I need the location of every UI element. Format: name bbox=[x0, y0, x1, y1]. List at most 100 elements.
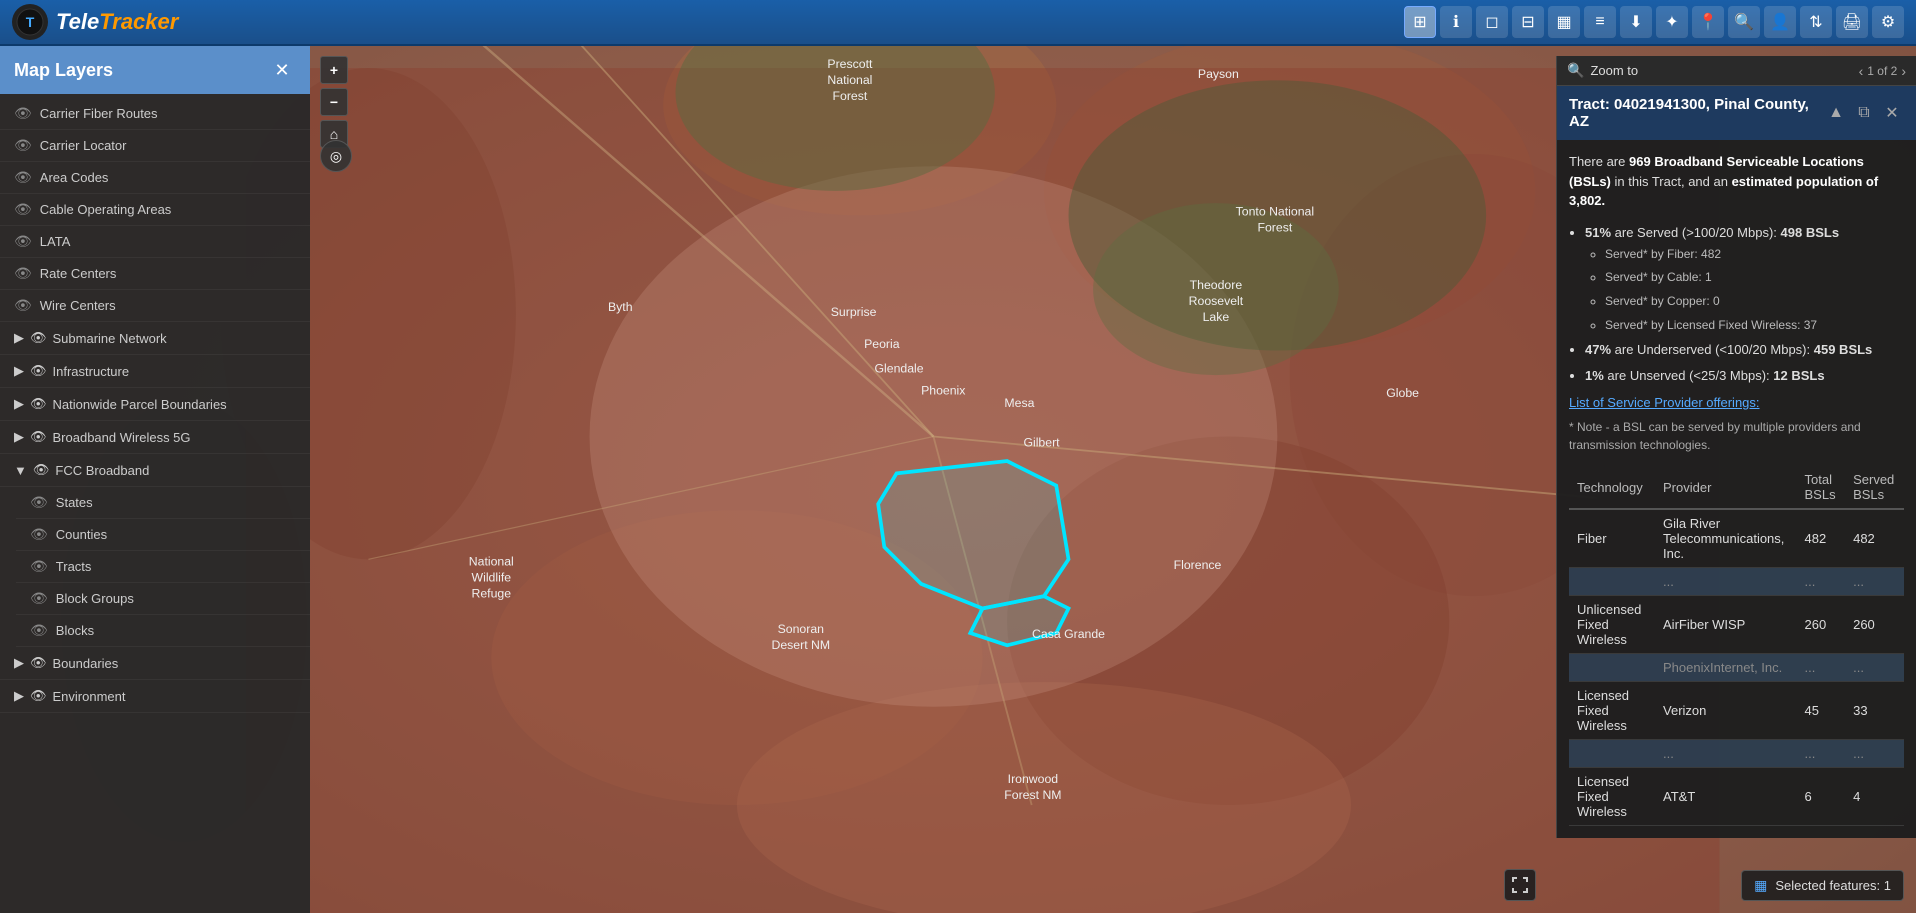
layer-group-infrastructure[interactable]: ▶ 👁 Infrastructure bbox=[0, 355, 310, 388]
cell-total: 45 bbox=[1797, 682, 1846, 740]
layer-group-broadband-wireless[interactable]: ▶ 👁 Broadband Wireless 5G bbox=[0, 421, 310, 454]
layer-name: Block Groups bbox=[56, 591, 296, 606]
info-panel-title: Tract: 04021941300, Pinal County, AZ bbox=[1569, 96, 1824, 130]
cell-served: ... bbox=[1845, 654, 1904, 682]
layer-item-lata[interactable]: 👁 LATA bbox=[0, 226, 310, 258]
expand-arrow-icon: ▶ bbox=[14, 655, 24, 671]
layer-group-boundaries[interactable]: ▶ 👁 Boundaries bbox=[0, 647, 310, 680]
layer-name: Cable Operating Areas bbox=[40, 202, 296, 217]
eye-icon: 👁 bbox=[14, 233, 32, 250]
svg-text:Byth: Byth bbox=[608, 300, 633, 314]
sidebar-close-button[interactable]: ✕ bbox=[268, 56, 296, 84]
svg-text:National: National bbox=[469, 554, 514, 568]
zoom-to-label: Zoom to bbox=[1590, 63, 1852, 78]
compass-button[interactable]: ◎ bbox=[320, 140, 352, 172]
fcc-children: 👁 States 👁 Counties 👁 Tracts 👁 Block Gro… bbox=[0, 487, 310, 647]
settings-tool-btn[interactable]: ⚙ bbox=[1872, 6, 1904, 38]
sidebar-title: Map Layers bbox=[14, 60, 113, 81]
layer-item-carrier-locator[interactable]: 👁 Carrier Locator bbox=[0, 130, 310, 162]
info-bullets: 51% are Served (>100/20 Mbps): 498 BSLs … bbox=[1569, 221, 1904, 388]
layer-name: LATA bbox=[40, 234, 296, 249]
layer-item-tracts[interactable]: 👁 Tracts bbox=[16, 551, 310, 583]
layer-group-parcel[interactable]: ▶ 👁 Nationwide Parcel Boundaries bbox=[0, 388, 310, 421]
eye-icon: 👁 bbox=[30, 590, 48, 607]
info-table-body: Fiber Gila River Telecommunications, Inc… bbox=[1569, 509, 1904, 826]
eye-icon: 👁 bbox=[14, 105, 32, 122]
search-tool-btn[interactable]: 🔍 bbox=[1728, 6, 1760, 38]
zoom-out-button[interactable]: − bbox=[320, 88, 348, 116]
share-tool-btn[interactable]: ⇅ bbox=[1800, 6, 1832, 38]
filter-tool-btn[interactable]: ⊟ bbox=[1512, 6, 1544, 38]
layer-item-rate-centers[interactable]: 👁 Rate Centers bbox=[0, 258, 310, 290]
zoom-prev-button[interactable]: ‹ bbox=[1859, 63, 1864, 79]
layer-item-area-codes[interactable]: 👁 Area Codes bbox=[0, 162, 310, 194]
cell-technology: Unlicensed Fixed Wireless bbox=[1569, 596, 1655, 654]
expand-arrow-icon: ▶ bbox=[14, 429, 24, 445]
expand-arrow-icon: ▶ bbox=[14, 330, 24, 346]
layer-group-submarine[interactable]: ▶ 👁 Submarine Network bbox=[0, 322, 310, 355]
expand-arrow-icon: ▼ bbox=[14, 463, 27, 478]
table-row: Fiber Gila River Telecommunications, Inc… bbox=[1569, 509, 1904, 568]
served-cable-item: Served* by Cable: 1 bbox=[1605, 267, 1904, 289]
zoom-next-button[interactable]: › bbox=[1901, 63, 1906, 79]
svg-text:Forest: Forest bbox=[833, 89, 868, 103]
print-tool-btn[interactable]: 🖨 bbox=[1836, 6, 1868, 38]
layer-name: Carrier Locator bbox=[40, 138, 296, 153]
logo-text: TeleTracker bbox=[56, 9, 178, 35]
layer-item-counties[interactable]: 👁 Counties bbox=[16, 519, 310, 551]
layer-group-fcc: ▼ 👁 FCC Broadband 👁 States 👁 Counties 👁 … bbox=[0, 454, 310, 647]
zoom-nav-label: 1 of 2 bbox=[1867, 64, 1897, 78]
eye-icon: 👁 bbox=[14, 297, 32, 314]
eye-icon: 👁 bbox=[30, 396, 47, 412]
layer-name: Environment bbox=[53, 689, 126, 704]
info-collapse-button[interactable]: ▲ bbox=[1824, 101, 1848, 125]
table-tool-btn[interactable]: ▦ bbox=[1548, 6, 1580, 38]
user-tool-btn[interactable]: 👤 bbox=[1764, 6, 1796, 38]
info-panel-controls: ▲ ⧉ ✕ bbox=[1824, 101, 1904, 125]
pin-tool-btn[interactable]: 📍 bbox=[1692, 6, 1724, 38]
eye-icon: 👁 bbox=[30, 558, 48, 575]
eye-icon: 👁 bbox=[14, 265, 32, 282]
layer-item-states[interactable]: 👁 States bbox=[16, 487, 310, 519]
eye-icon: 👁 bbox=[30, 363, 47, 379]
service-provider-link[interactable]: List of Service Provider offerings: bbox=[1569, 395, 1904, 410]
underserved-bullet: 47% are Underserved (<100/20 Mbps): 459 … bbox=[1585, 338, 1904, 361]
layer-group-fcc-header[interactable]: ▼ 👁 FCC Broadband bbox=[0, 454, 310, 487]
info-tool-btn[interactable]: ℹ bbox=[1440, 6, 1472, 38]
info-close-button[interactable]: ✕ bbox=[1880, 101, 1904, 125]
measure-tool-btn[interactable]: ◻ bbox=[1476, 6, 1508, 38]
svg-text:Casa Grande: Casa Grande bbox=[1032, 627, 1105, 641]
layer-item-carrier-fiber[interactable]: 👁 Carrier Fiber Routes bbox=[0, 98, 310, 130]
layers-tool-btn[interactable]: ⊞ bbox=[1404, 6, 1436, 38]
eye-icon: 👁 bbox=[14, 137, 32, 154]
zoom-in-button[interactable]: + bbox=[320, 56, 348, 84]
layer-item-blocks[interactable]: 👁 Blocks bbox=[16, 615, 310, 647]
cell-technology: Licensed Fixed Wireless bbox=[1569, 682, 1655, 740]
svg-text:Glendale: Glendale bbox=[874, 362, 923, 376]
svg-text:Desert NM: Desert NM bbox=[771, 638, 830, 652]
cell-total: ... bbox=[1797, 740, 1846, 768]
layer-item-block-groups[interactable]: 👁 Block Groups bbox=[16, 583, 310, 615]
bookmark-tool-btn[interactable]: ✦ bbox=[1656, 6, 1688, 38]
layer-name: Area Codes bbox=[40, 170, 296, 185]
table-row: Licensed Fixed Wireless Verizon 45 33 bbox=[1569, 682, 1904, 740]
cell-technology bbox=[1569, 568, 1655, 596]
cell-total: 260 bbox=[1797, 596, 1846, 654]
table-row-highlighted: ... ... ... bbox=[1569, 568, 1904, 596]
layer-name: Carrier Fiber Routes bbox=[40, 106, 296, 121]
fullscreen-button[interactable] bbox=[1504, 869, 1536, 901]
download-tool-btn[interactable]: ⬇ bbox=[1620, 6, 1652, 38]
list-tool-btn[interactable]: ≡ bbox=[1584, 6, 1616, 38]
eye-icon: 👁 bbox=[14, 201, 32, 218]
info-popout-button[interactable]: ⧉ bbox=[1852, 101, 1876, 125]
toolbar: T TeleTracker ⊞ ℹ ◻ ⊟ ▦ ≡ ⬇ ✦ 📍 🔍 👤 ⇅ 🖨 … bbox=[0, 0, 1916, 46]
layer-item-wire-centers[interactable]: 👁 Wire Centers bbox=[0, 290, 310, 322]
eye-icon: 👁 bbox=[30, 688, 47, 704]
svg-text:Wildlife: Wildlife bbox=[472, 570, 512, 584]
layer-item-cable-operating[interactable]: 👁 Cable Operating Areas bbox=[0, 194, 310, 226]
zoom-bar: 🔍 Zoom to ‹ 1 of 2 › bbox=[1557, 56, 1916, 86]
sidebar-content[interactable]: 👁 Carrier Fiber Routes 👁 Carrier Locator… bbox=[0, 94, 310, 913]
info-panel-body: There are 969 Broadband Serviceable Loca… bbox=[1557, 140, 1916, 838]
layer-group-environment[interactable]: ▶ 👁 Environment bbox=[0, 680, 310, 713]
cell-provider: ... bbox=[1655, 740, 1797, 768]
